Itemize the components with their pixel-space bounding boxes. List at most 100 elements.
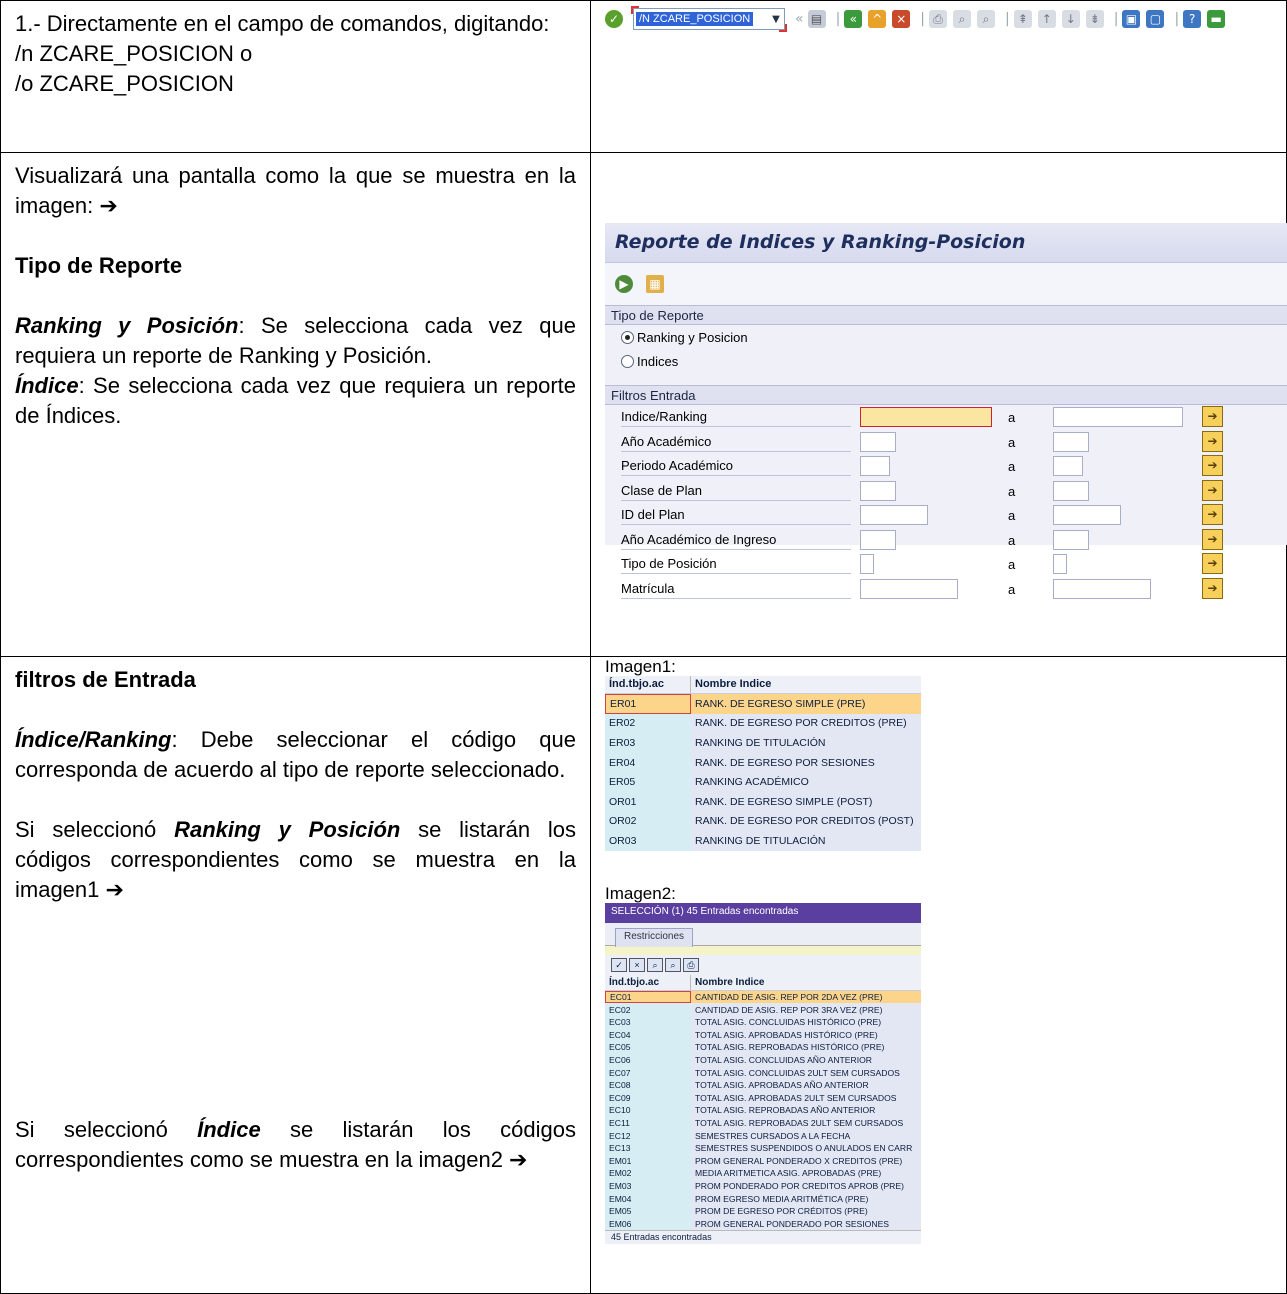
list-row[interactable]: ER02 RANK. DE EGRESO POR CREDITOS (PRE) — [605, 713, 921, 734]
tipo-posicion-high-input[interactable] — [1053, 554, 1067, 574]
list-row[interactable]: EC06 TOTAL ASIG. CONCLUIDAS AÑO ANTERIOR — [605, 1053, 921, 1067]
field-label: Clase de Plan — [621, 483, 851, 501]
list-row[interactable]: OR03 RANKING DE TITULACIÓN — [605, 831, 921, 851]
row2-image-cell: Reporte de Indices y Ranking-Posicion ▶ … — [590, 152, 1287, 657]
list-row[interactable]: EC01 CANTIDAD DE ASIG. REP POR 2DA VEZ (P… — [605, 990, 921, 1004]
command-field[interactable]: /N ZCARE_POSICION ▼ — [631, 6, 787, 32]
periodo-low-input[interactable] — [860, 456, 890, 476]
toolbar-divider: | — [1005, 11, 1010, 27]
matricula-low-input[interactable] — [860, 578, 958, 599]
cancel-icon[interactable]: × — [892, 10, 911, 28]
group-filtros: Filtros Entrada — [605, 385, 1287, 405]
first-page-icon[interactable]: ⇞ — [1013, 10, 1032, 28]
list-row[interactable]: EC12 SEMESTRES CURSADOS A LA FECHA — [605, 1129, 921, 1142]
multiple-selection-icon[interactable]: ➔ — [1202, 504, 1223, 525]
print-icon[interactable]: ⎙ — [683, 957, 699, 972]
list-row[interactable]: EM01 PROM GENERAL PONDERADO X CREDITOS (P… — [605, 1154, 921, 1168]
print-icon[interactable]: ⎙ — [929, 10, 948, 28]
exit-icon[interactable]: ^ — [868, 10, 887, 28]
list-row[interactable]: ER01 RANK. DE EGRESO SIMPLE (PRE) — [605, 694, 921, 714]
list-row[interactable]: ER05 RANKING ACADÉMICO — [605, 772, 921, 792]
new-session-icon[interactable]: ▣ — [1122, 10, 1141, 28]
periodo-high-input[interactable] — [1053, 456, 1083, 476]
list-row[interactable]: EC08 TOTAL ASIG. APROBADAS AÑO ANTERIOR — [605, 1078, 921, 1092]
clase-high-input[interactable] — [1053, 480, 1089, 501]
variant-icon[interactable]: ▦ — [646, 275, 665, 293]
list-row[interactable]: EC09 TOTAL ASIG. APROBADAS 2ULT SEM CURSA… — [605, 1091, 921, 1105]
row-code: EC09 — [605, 1091, 691, 1105]
list-row[interactable]: EC13 SEMESTRES SUSPENDIDOS O ANULADOS EN … — [605, 1141, 921, 1155]
list-row[interactable]: EM03 PROM PONDERADO POR CREDITOS APROB (P… — [605, 1179, 921, 1193]
collapse-icon[interactable]: « — [795, 11, 804, 27]
id-plan-high-input[interactable] — [1053, 505, 1121, 525]
radio-empty-icon[interactable] — [621, 354, 634, 368]
radio-ranking[interactable]: Ranking y Posicion — [605, 325, 1287, 349]
ingreso-low-input[interactable] — [860, 529, 896, 550]
help-icon[interactable]: ? — [1183, 10, 1202, 28]
multiple-selection-icon[interactable]: ➔ — [1202, 455, 1223, 476]
column-code[interactable]: Índ.tbjo.ac — [605, 974, 691, 990]
image1-rows: ER01 RANK. DE EGRESO SIMPLE (PRE) ER02 RANK… — [605, 694, 921, 851]
row-code: EM02 — [605, 1167, 691, 1180]
indice-ranking-description: Índice/Ranking: Debe seleccionar el códi… — [15, 725, 576, 785]
indice-low-input[interactable] — [860, 407, 992, 427]
list-row[interactable]: ER04 RANK. DE EGRESO POR SESIONES — [605, 752, 921, 773]
list-row[interactable]: ER03 RANKING DE TITULACIÓN — [605, 733, 921, 753]
check-icon[interactable]: ✓ — [605, 10, 623, 28]
row-code: EC10 — [605, 1104, 691, 1117]
radio-selected-icon[interactable] — [621, 330, 634, 344]
list-row[interactable]: EC05 TOTAL ASIG. REPROBADAS HISTÓRICO (PR… — [605, 1041, 921, 1054]
multiple-selection-icon[interactable]: ➔ — [1202, 577, 1223, 599]
row-name: RANK. DE EGRESO SIMPLE (PRE) — [695, 697, 866, 710]
find-next-icon[interactable]: ⌕ — [977, 10, 996, 28]
chevron-down-icon[interactable]: ▼ — [768, 14, 784, 25]
radio-indices[interactable]: Indices — [605, 349, 1287, 373]
list-row[interactable]: EM02 MEDIA ARITMETICA ASIG. APROBADAS (PR… — [605, 1167, 921, 1180]
group-tipo-reporte: Tipo de Reporte — [605, 305, 1287, 325]
column-name[interactable]: Nombre Indice — [691, 676, 775, 693]
shortcut-icon[interactable]: ▢ — [1146, 10, 1165, 28]
list-row[interactable]: OR02 RANK. DE EGRESO POR CREDITOS (POST) — [605, 811, 921, 832]
find-next-icon[interactable]: ⌕ — [665, 957, 681, 972]
multiple-selection-icon[interactable]: ➔ — [1202, 528, 1223, 550]
list-row[interactable]: OR01 RANK. DE EGRESO SIMPLE (POST) — [605, 791, 921, 812]
indice-high-input[interactable] — [1053, 407, 1183, 427]
tab-restricciones[interactable]: Restricciones — [615, 927, 694, 947]
list-row[interactable]: EC04 TOTAL ASIG. APROBADAS HISTÓRICO (PRE… — [605, 1028, 921, 1042]
monitor-icon[interactable]: ▬ — [1207, 10, 1226, 28]
multiple-selection-icon[interactable]: ➔ — [1202, 553, 1223, 574]
multiple-selection-icon[interactable]: ➔ — [1202, 430, 1223, 452]
toolbar-divider: | — [1113, 11, 1119, 27]
list-row[interactable]: EM04 PROM EGRESO MEDIA ARITMÉTICA (PRE) — [605, 1192, 921, 1205]
id-plan-low-input[interactable] — [860, 505, 928, 525]
next-page-icon[interactable]: ↓ — [1061, 10, 1080, 28]
anio-low-input[interactable] — [860, 431, 896, 452]
list-row[interactable]: EC11 TOTAL ASIG. REPROBADAS 2ULT SEM CURS… — [605, 1116, 921, 1130]
multiple-selection-icon[interactable]: ➔ — [1202, 479, 1223, 501]
list-row[interactable]: EC03 TOTAL ASIG. CONCLUIDAS HISTÓRICO (PR… — [605, 1015, 921, 1029]
list-row[interactable]: EM05 PROM DE EGRESO POR CRÉDITOS (PRE) — [605, 1204, 921, 1218]
cancel-icon[interactable]: × — [629, 957, 645, 972]
execute-icon[interactable]: ▶ — [615, 275, 633, 293]
ingreso-high-input[interactable] — [1053, 529, 1089, 550]
list-row[interactable]: EC10 TOTAL ASIG. REPROBADAS AÑO ANTERIOR — [605, 1104, 921, 1117]
multiple-selection-icon[interactable]: ➔ — [1202, 406, 1223, 427]
column-code[interactable]: Índ.tbjo.ac — [605, 676, 691, 693]
tipo-posicion-low-input[interactable] — [860, 554, 874, 574]
list-row[interactable]: EM06 PROM GENERAL PONDERADO POR SESIONES — [605, 1217, 921, 1231]
save-icon[interactable]: ▤ — [807, 10, 826, 28]
anio-high-input[interactable] — [1053, 431, 1089, 452]
previous-page-icon[interactable]: ↑ — [1037, 10, 1056, 28]
clase-low-input[interactable] — [860, 480, 896, 501]
confirm-icon[interactable]: ✓ — [611, 957, 627, 972]
indice-list-note: Si seleccionó Índice se listarán los cód… — [15, 1115, 576, 1175]
back-icon[interactable]: « — [844, 10, 863, 28]
list-row[interactable]: EC07 TOTAL ASIG. CONCLUIDAS 2ULT SEM CURS… — [605, 1066, 921, 1079]
last-page-icon[interactable]: ⇟ — [1085, 10, 1104, 28]
matricula-high-input[interactable] — [1053, 578, 1151, 599]
find-icon[interactable]: ⌕ — [953, 10, 972, 28]
find-icon[interactable]: ⌕ — [647, 957, 663, 972]
list-row[interactable]: EC02 CANTIDAD DE ASIG. REP POR 3RA VEZ (P… — [605, 1003, 921, 1016]
row-name: RANKING DE TITULACIÓN — [695, 736, 826, 749]
column-name[interactable]: Nombre Indice — [691, 975, 768, 990]
